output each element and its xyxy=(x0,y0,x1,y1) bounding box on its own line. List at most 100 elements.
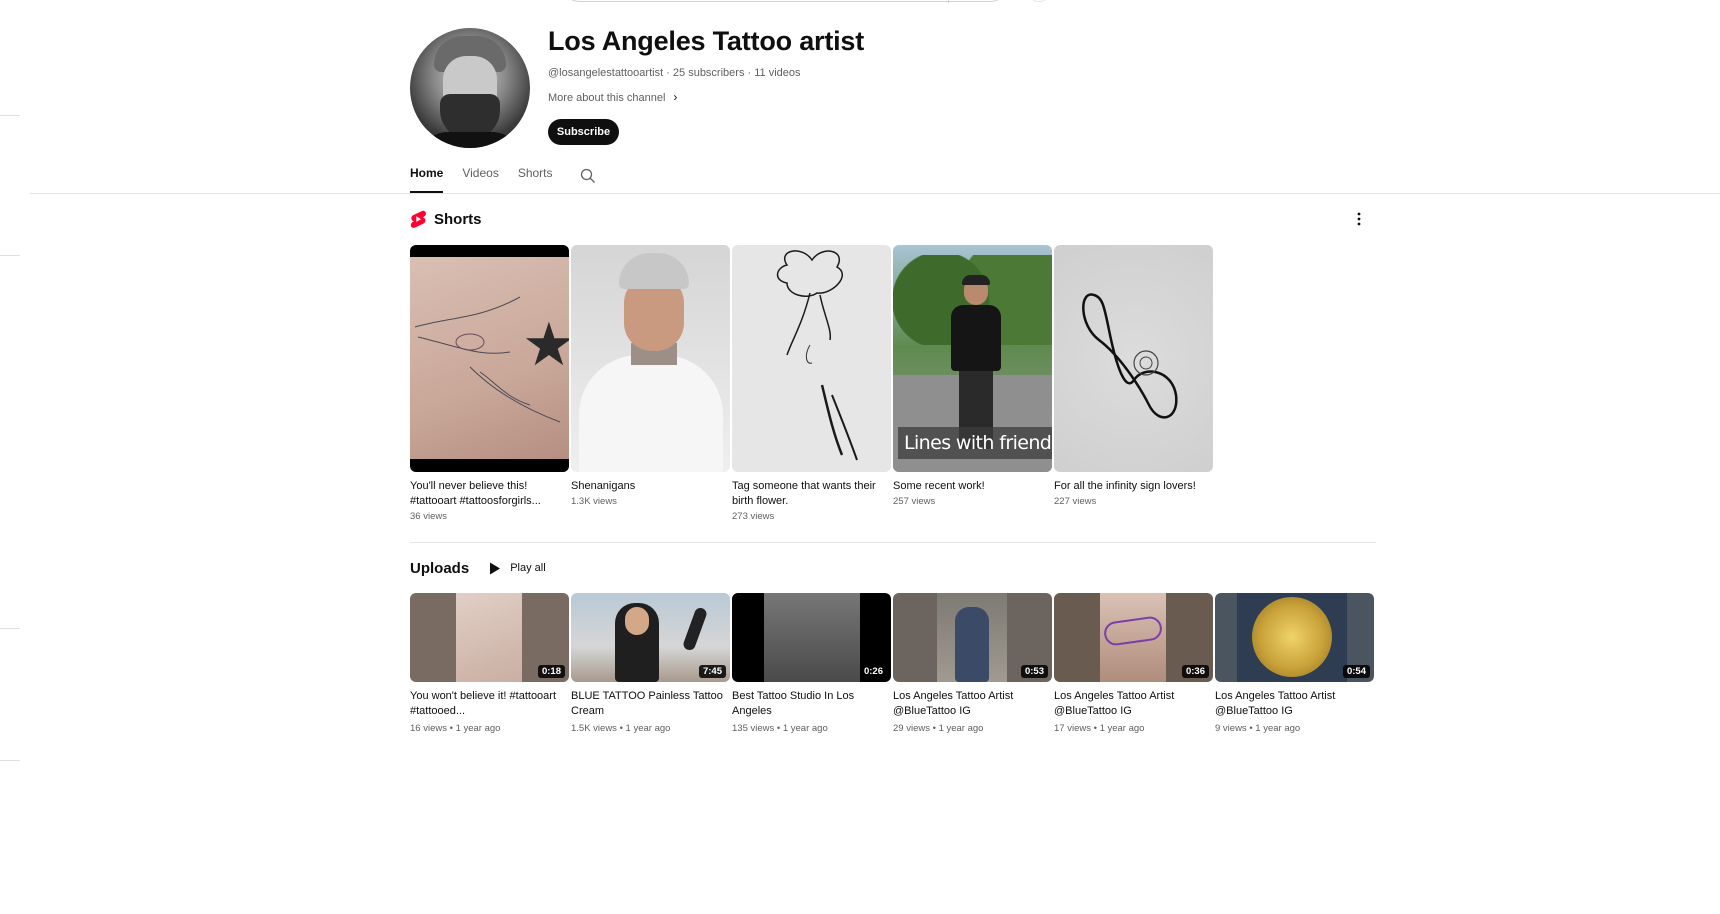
tab-videos[interactable]: Videos xyxy=(462,166,498,193)
video-thumbnail[interactable]: 0:26 xyxy=(732,593,891,682)
thumb-star: ★ xyxy=(522,311,569,378)
channel-title: Los Angeles Tattoo artist xyxy=(548,26,865,56)
play-all-label: Play all xyxy=(510,562,546,574)
short-title[interactable]: Some recent work! xyxy=(893,479,1052,494)
thumb-body xyxy=(579,355,723,472)
thumb-hat xyxy=(962,275,990,285)
play-all-button[interactable]: Play all xyxy=(489,562,546,575)
uploads-section-header: Uploads Play all xyxy=(410,558,546,578)
short-thumbnail[interactable] xyxy=(732,245,891,472)
short-views: 227 views xyxy=(1054,496,1097,507)
more-about-link[interactable]: More about this channel › xyxy=(548,90,677,104)
uploads-section-title: Uploads xyxy=(410,559,470,577)
channel-meta: @losangelestattooartist · 25 subscribers… xyxy=(548,67,801,79)
video-duration: 0:36 xyxy=(1181,665,1209,678)
search-icon[interactable] xyxy=(580,168,596,184)
shorts-section-title: Shorts xyxy=(434,210,482,228)
short-views: 1.3K views xyxy=(571,496,617,507)
video-meta: 1.5K views • 1 year ago xyxy=(571,723,671,734)
video-duration: 0:54 xyxy=(1342,665,1370,678)
video-card[interactable]: 0:36 Los Angeles Tattoo Artist @BlueTatt… xyxy=(1054,593,1213,734)
short-card[interactable]: ★ You'll never believe this! #tattooart … xyxy=(410,245,569,522)
short-card[interactable]: Tag someone that wants their birth flowe… xyxy=(732,245,891,522)
video-thumbnail[interactable]: 0:53 xyxy=(893,593,1052,682)
video-thumbnail[interactable]: 0:54 xyxy=(1215,593,1374,682)
video-card[interactable]: 0:18 You won't believe it! #tattooart #t… xyxy=(410,593,569,734)
section-divider xyxy=(410,542,1376,543)
short-views: 273 views xyxy=(732,511,775,522)
video-title[interactable]: BLUE TATTOO Painless Tattoo Cream xyxy=(571,689,730,719)
short-thumbnail[interactable]: ★ xyxy=(410,245,569,472)
video-title[interactable]: Los Angeles Tattoo Artist @BlueTattoo IG xyxy=(893,689,1052,719)
more-about-label: More about this channel xyxy=(548,92,666,104)
meta-separator: · xyxy=(663,67,673,79)
tab-home[interactable]: Home xyxy=(410,166,444,193)
short-views: 257 views xyxy=(893,496,936,507)
video-meta: 29 views • 1 year ago xyxy=(893,723,984,734)
sidebar-divider xyxy=(0,760,20,761)
video-title[interactable]: Los Angeles Tattoo Artist @BlueTattoo IG xyxy=(1215,689,1374,719)
subscriber-count: 25 subscribers xyxy=(672,67,745,79)
sidebar-divider xyxy=(0,628,20,629)
short-title[interactable]: For all the infinity sign lovers! xyxy=(1054,479,1213,494)
thumb-cap xyxy=(619,253,689,289)
shorts-section-header: Shorts xyxy=(410,209,482,229)
search-divider xyxy=(948,0,949,3)
voice-search-button[interactable] xyxy=(1028,0,1050,2)
shorts-logo-icon xyxy=(410,210,426,228)
thumb-person xyxy=(955,607,989,682)
video-title[interactable]: You won't believe it! #tattooart #tattoo… xyxy=(410,689,569,719)
video-card[interactable]: 7:45 BLUE TATTOO Painless Tattoo Cream 1… xyxy=(571,593,730,734)
short-thumbnail[interactable] xyxy=(571,245,730,472)
meta-separator: · xyxy=(744,67,755,79)
tabs-divider xyxy=(30,193,1720,194)
video-thumbnail[interactable]: 0:18 xyxy=(410,593,569,682)
search-bar[interactable] xyxy=(560,0,1010,3)
short-card[interactable]: Shenanigans 1.3K views xyxy=(571,245,730,507)
short-thumbnail[interactable] xyxy=(1054,245,1213,472)
video-card[interactable]: 0:53 Los Angeles Tattoo Artist @BlueTatt… xyxy=(893,593,1052,734)
short-title[interactable]: Tag someone that wants their birth flowe… xyxy=(732,479,891,509)
thumb-mic xyxy=(681,606,709,652)
channel-page: Los Angeles Tattoo artist @losangelestat… xyxy=(0,0,1720,914)
video-card[interactable]: 0:54 Los Angeles Tattoo Artist @BlueTatt… xyxy=(1215,593,1374,734)
subscribe-button[interactable]: Subscribe xyxy=(548,119,619,145)
short-title[interactable]: Shenanigans xyxy=(571,479,730,494)
video-title[interactable]: Best Tattoo Studio In Los Angeles xyxy=(732,689,891,719)
more-vert-icon[interactable] xyxy=(1352,211,1366,227)
avatar-shirt xyxy=(418,132,522,148)
sidebar-divider xyxy=(0,115,20,116)
infinity-sketch-art xyxy=(1082,293,1178,419)
short-card[interactable]: For all the infinity sign lovers! 227 vi… xyxy=(1054,245,1213,507)
short-title[interactable]: You'll never believe this! #tattooart #t… xyxy=(410,479,569,509)
channel-tabs: Home Videos Shorts xyxy=(410,166,572,193)
video-card[interactable]: 0:26 Best Tattoo Studio In Los Angeles 1… xyxy=(732,593,891,734)
chevron-right-icon: › xyxy=(673,90,678,104)
short-views: 36 views xyxy=(410,511,447,522)
video-meta: 9 views • 1 year ago xyxy=(1215,723,1301,734)
channel-avatar[interactable] xyxy=(410,28,530,148)
video-meta: 135 views • 1 year ago xyxy=(732,723,828,734)
thumb-torso xyxy=(951,305,1001,371)
video-duration: 7:45 xyxy=(698,665,726,678)
video-title[interactable]: Los Angeles Tattoo Artist @BlueTattoo IG xyxy=(1054,689,1213,719)
video-thumbnail[interactable]: 0:36 xyxy=(1054,593,1213,682)
video-count: 11 videos xyxy=(754,67,801,79)
video-duration: 0:53 xyxy=(1020,665,1048,678)
video-duration: 0:26 xyxy=(859,665,887,678)
tab-shorts[interactable]: Shorts xyxy=(518,166,553,193)
thumbnail-caption: Lines with friends! xyxy=(898,427,1052,459)
video-thumbnail[interactable]: 7:45 xyxy=(571,593,730,682)
flower-sketch-art xyxy=(776,250,858,461)
thumb-image xyxy=(764,593,860,682)
channel-handle: @losangelestattooartist xyxy=(548,67,664,79)
video-meta: 16 views • 1 year ago xyxy=(410,723,501,734)
sidebar-divider xyxy=(0,255,20,256)
play-icon xyxy=(490,562,501,574)
short-card[interactable]: Lines with friends! Some recent work! 25… xyxy=(893,245,1052,507)
thumb-image xyxy=(456,593,522,682)
video-duration: 0:18 xyxy=(537,665,565,678)
thumb-coin xyxy=(1252,597,1332,677)
short-thumbnail[interactable]: Lines with friends! xyxy=(893,245,1052,472)
video-meta: 17 views • 1 year ago xyxy=(1054,723,1145,734)
